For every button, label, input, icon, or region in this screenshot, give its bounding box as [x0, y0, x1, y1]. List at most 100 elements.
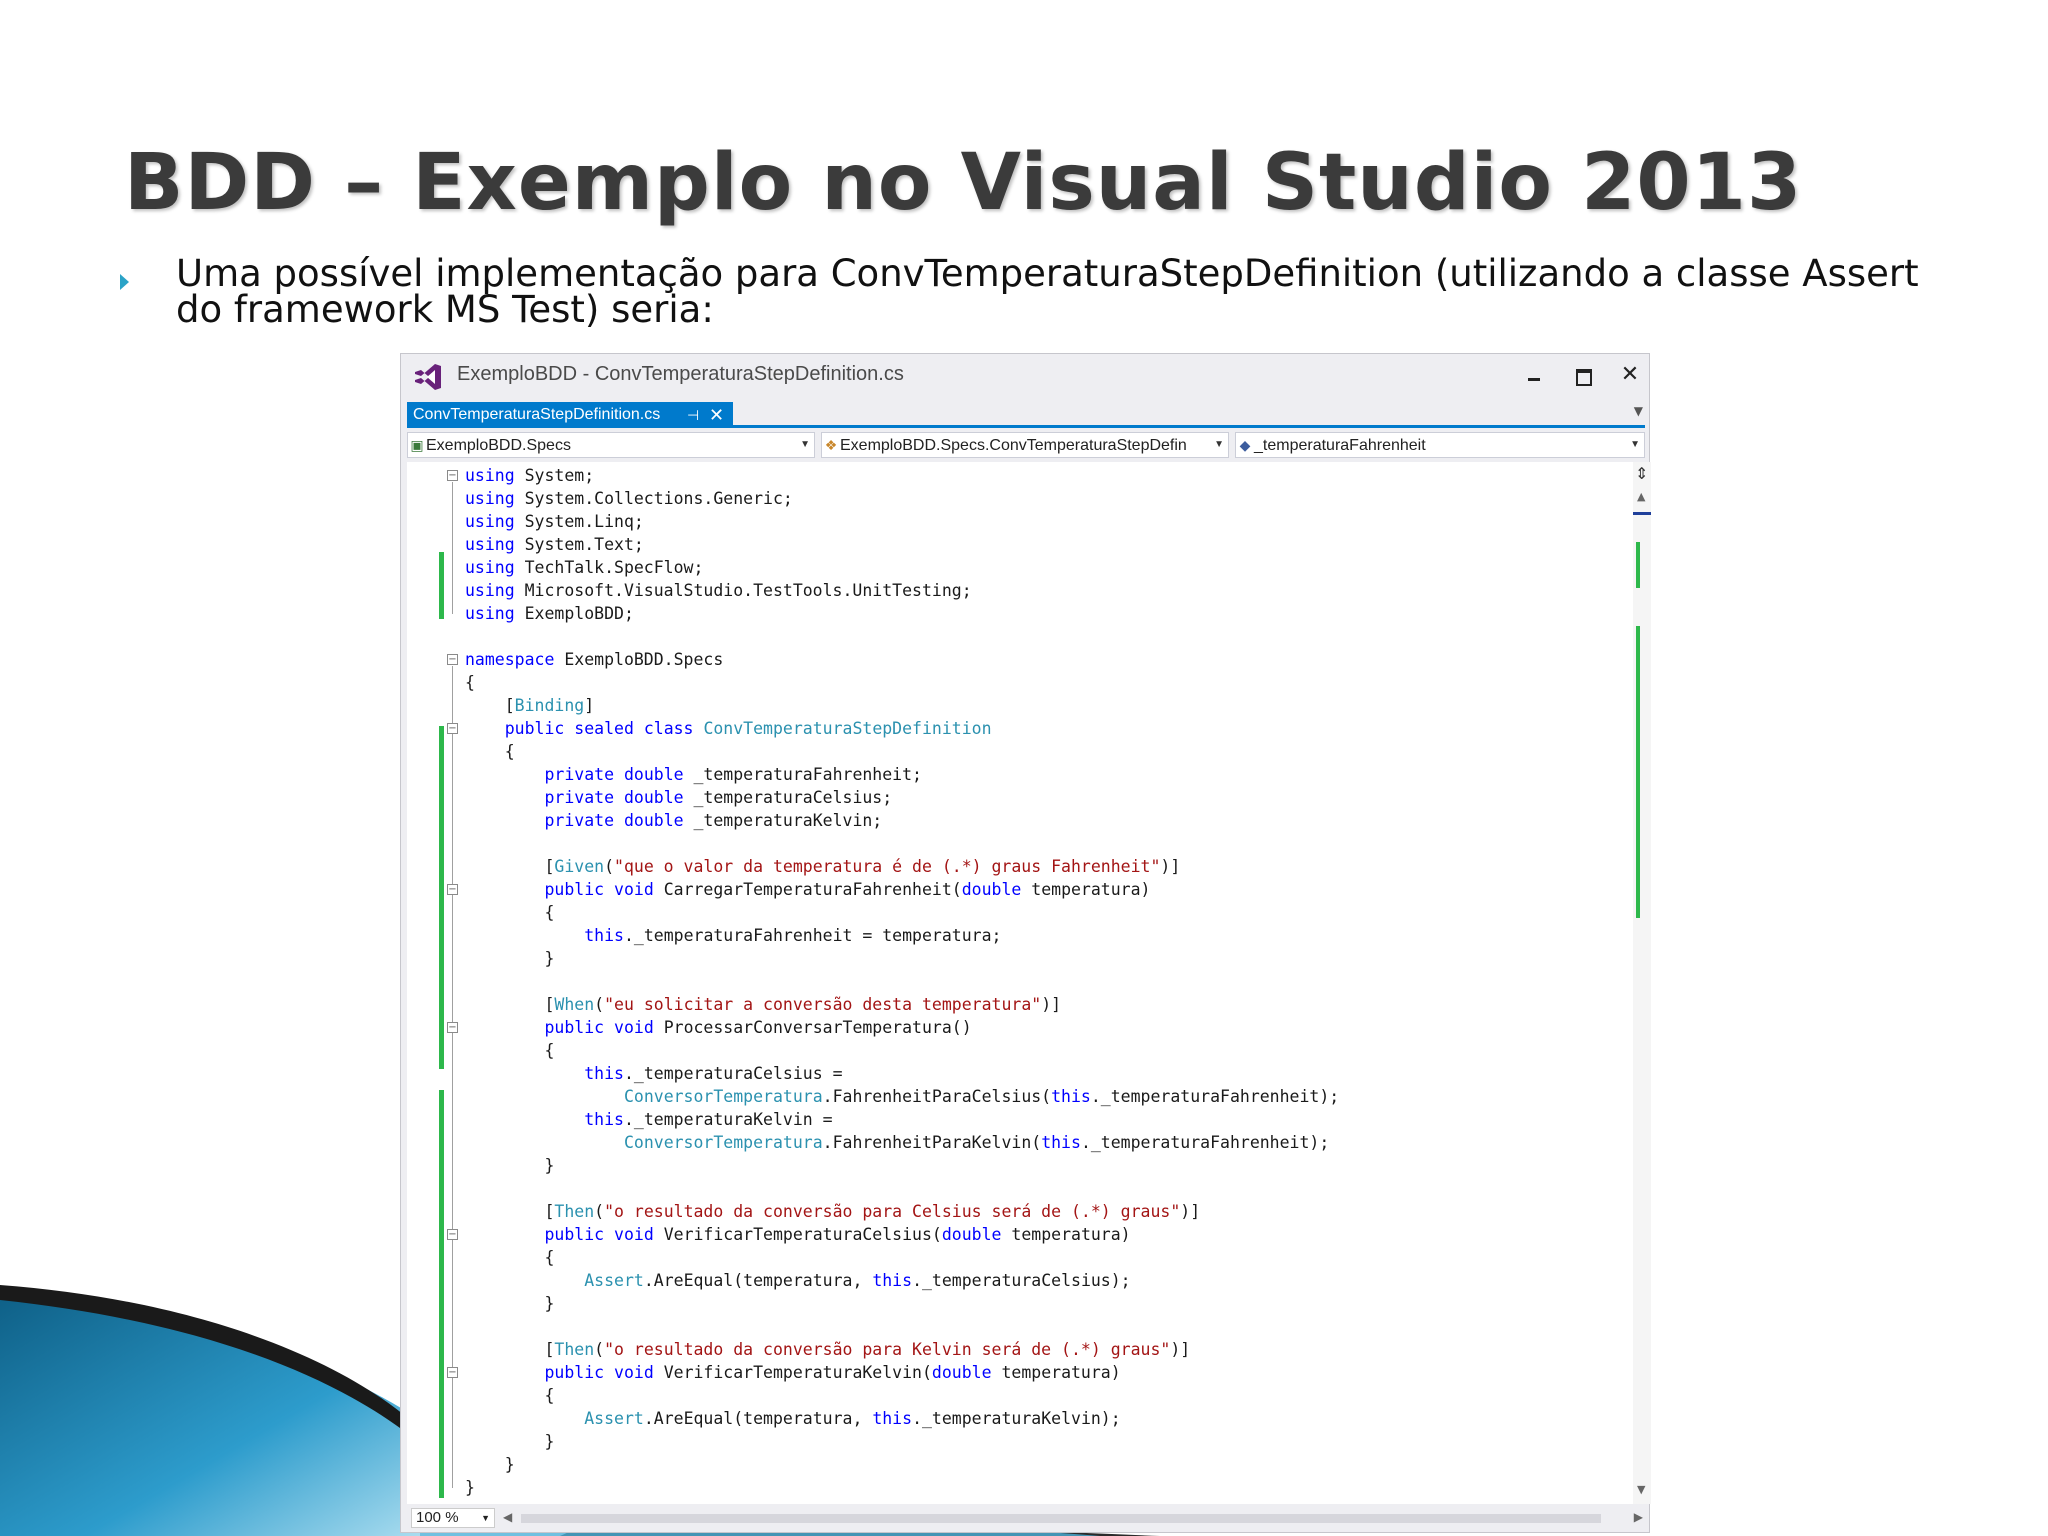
- code-token: [: [465, 857, 555, 876]
- code-line: }: [465, 1476, 475, 1499]
- scroll-down-arrow-icon[interactable]: ▼: [1637, 1483, 1645, 1496]
- code-token: {: [465, 903, 555, 922]
- code-line: ConversorTemperatura.FahrenheitParaKelvi…: [465, 1131, 1329, 1154]
- code-line: [Given("que o valor da temperatura é de …: [465, 855, 1180, 878]
- tab-conv-temperatura-step-definition[interactable]: ConvTemperaturaStepDefinition.cs ⊣ ✕: [407, 402, 733, 428]
- collapse-icon[interactable]: −: [447, 1229, 458, 1240]
- type-dropdown[interactable]: ❖ ExemploBDD.Specs.ConvTemperaturaStepDef…: [821, 432, 1229, 458]
- horizontal-scroll-thumb[interactable]: [521, 1514, 1601, 1523]
- code-line: using System;: [465, 464, 594, 487]
- code-line: }: [465, 947, 554, 970]
- code-line: {: [465, 671, 475, 694]
- window-titlebar: ExemploBDD - ConvTemperaturaStepDefiniti…: [401, 354, 1649, 398]
- code-line: [Binding]: [465, 694, 594, 717]
- collapse-icon[interactable]: −: [447, 470, 458, 481]
- code-line: private double _temperaturaCelsius;: [465, 786, 892, 809]
- outline-guide: [452, 896, 453, 959]
- collapse-icon[interactable]: −: [447, 884, 458, 895]
- code-token: using: [465, 535, 515, 554]
- code-token: public void: [544, 880, 654, 899]
- code-token: When: [554, 995, 595, 1014]
- code-token: this: [584, 926, 624, 945]
- code-line: private double _temperaturaFahrenheit;: [465, 763, 922, 786]
- code-token: private double: [544, 788, 684, 807]
- collapse-icon[interactable]: −: [447, 1367, 458, 1378]
- horizontal-scrollbar[interactable]: ◀ ▶: [503, 1510, 1643, 1526]
- code-token: public void: [544, 1363, 654, 1382]
- code-token: Microsoft.VisualStudio.TestTools.UnitTes…: [514, 581, 972, 600]
- code-token: _temperaturaCelsius;: [683, 788, 893, 807]
- private-field-icon: ◆: [1239, 437, 1251, 453]
- bullet-arrow-icon: [120, 274, 129, 290]
- type-name: ExemploBDD.Specs.ConvTemperaturaStepDefi…: [840, 437, 1187, 454]
- code-token: using: [465, 512, 515, 531]
- code-token: ConversorTemperatura: [623, 1087, 823, 1106]
- code-token: [: [465, 995, 555, 1014]
- code-token: (: [594, 995, 605, 1014]
- member-name: _temperaturaFahrenheit: [1254, 437, 1426, 454]
- code-token: this: [1051, 1087, 1091, 1106]
- project-dropdown[interactable]: ▣ ExemploBDD.Specs ▼: [407, 432, 815, 458]
- change-margin-marker: [439, 1090, 444, 1498]
- code-token: Binding: [514, 696, 585, 715]
- collapse-icon[interactable]: −: [447, 1022, 458, 1033]
- code-token: )]: [1041, 995, 1062, 1014]
- outline-guide: [452, 1379, 453, 1442]
- code-line: this._temperaturaCelsius =: [465, 1062, 842, 1085]
- code-token: )]: [1180, 1202, 1201, 1221]
- code-token: ._temperaturaFahrenheit);: [1090, 1087, 1340, 1106]
- visual-studio-logo-icon: [415, 364, 441, 390]
- tab-close-icon[interactable]: ✕: [709, 402, 724, 428]
- maximize-button[interactable]: [1567, 362, 1597, 388]
- scroll-left-arrow-icon[interactable]: ◀: [503, 1510, 512, 1524]
- code-line: Assert.AreEqual(temperatura, this._tempe…: [465, 1269, 1130, 1292]
- code-token: this: [584, 1064, 624, 1083]
- window-title: ExemploBDD - ConvTemperaturaStepDefiniti…: [457, 363, 904, 385]
- code-line: this._temperaturaFahrenheit = temperatur…: [465, 924, 1001, 947]
- code-token: (: [604, 857, 615, 876]
- collapse-icon[interactable]: −: [447, 654, 458, 665]
- code-token: ConvTemperaturaStepDefinition: [703, 719, 992, 738]
- code-line: ConversorTemperatura.FahrenheitParaCelsi…: [465, 1085, 1339, 1108]
- code-token: [: [465, 1202, 555, 1221]
- code-token: using: [465, 604, 515, 623]
- code-token: CarregarTemperaturaFahrenheit(: [653, 880, 962, 899]
- code-line: [When("eu solicitar a conversão desta te…: [465, 993, 1061, 1016]
- code-token: ExemploBDD;: [514, 604, 634, 623]
- zoom-dropdown[interactable]: 100 % ▼: [411, 1508, 495, 1528]
- project-name: ExemploBDD.Specs: [426, 437, 571, 454]
- close-button[interactable]: ✕: [1615, 362, 1645, 388]
- code-token: )]: [1170, 1340, 1191, 1359]
- code-token: temperatura): [991, 1363, 1121, 1382]
- scroll-right-arrow-icon[interactable]: ▶: [1634, 1510, 1643, 1524]
- code-line: using System.Collections.Generic;: [465, 487, 793, 510]
- code-line: {: [465, 1039, 554, 1062]
- code-token: VerificarTemperaturaCelsius(: [653, 1225, 942, 1244]
- code-token: TechTalk.SpecFlow;: [514, 558, 704, 577]
- pin-icon[interactable]: ⊣: [687, 402, 699, 428]
- vertical-scrollbar[interactable]: ⇕ ▲ ▼: [1633, 462, 1651, 1504]
- code-token: private double: [544, 811, 684, 830]
- code-token: public void: [544, 1018, 654, 1037]
- collapse-icon[interactable]: −: [447, 723, 458, 734]
- minimize-button[interactable]: [1519, 362, 1549, 388]
- member-dropdown[interactable]: ◆ _temperaturaFahrenheit ▼: [1235, 432, 1645, 458]
- code-token: using: [465, 581, 515, 600]
- scroll-up-arrow-icon[interactable]: ▲: [1637, 490, 1645, 503]
- code-token: public void: [544, 1225, 654, 1244]
- tab-list-dropdown-icon[interactable]: ▼: [1634, 404, 1643, 418]
- code-token: ._temperaturaFahrenheit);: [1080, 1133, 1330, 1152]
- splitter-icon[interactable]: ⇕: [1635, 464, 1648, 483]
- code-token: ]: [584, 696, 595, 715]
- code-token: .AreEqual(temperatura,: [643, 1271, 873, 1290]
- code-editor[interactable]: using System; using System.Collections.Ge…: [407, 462, 1633, 1504]
- code-token: ProcessarConversarTemperatura(): [653, 1018, 972, 1037]
- code-token: public sealed class: [504, 719, 694, 738]
- code-line: [Then("o resultado da conversão para Cel…: [465, 1200, 1200, 1223]
